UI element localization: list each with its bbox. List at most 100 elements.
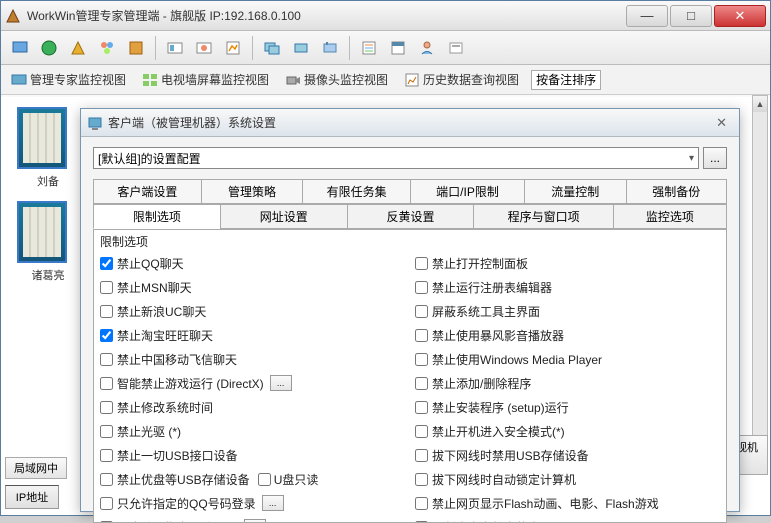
check-row: 智能禁止游戏运行 (DirectX)... xyxy=(100,373,405,393)
history-icon xyxy=(404,72,420,88)
checkbox[interactable] xyxy=(100,449,113,462)
checkbox[interactable] xyxy=(100,281,113,294)
thumbnail-panel: 刘备 诸葛亮 xyxy=(17,107,79,295)
close-button[interactable]: ✕ xyxy=(714,5,766,27)
dialog-title-bar: 客户端（被管理机器）系统设置 ✕ xyxy=(81,109,739,137)
checkbox[interactable] xyxy=(415,353,428,366)
checkbox[interactable] xyxy=(415,305,428,318)
toolbar-icon-6[interactable] xyxy=(162,35,188,61)
client-settings-dialog: 客户端（被管理机器）系统设置 ✕ [默认组]的设置配置 ▾ ... 客户端设置管… xyxy=(80,108,740,512)
title-bar: WorkWin管理专家管理端 - 旗舰版 IP:192.168.0.100 — … xyxy=(1,1,770,31)
toolbar-icon-14[interactable] xyxy=(414,35,440,61)
checkbox[interactable] xyxy=(415,401,428,414)
check-label: U盘只读 xyxy=(274,471,319,488)
check-label: 禁止光驱 (*) xyxy=(117,423,181,440)
tab-front-3[interactable]: 程序与窗口项 xyxy=(473,204,612,228)
check-label: 屏蔽系统工具主界面 xyxy=(432,303,540,320)
check-row: 屏蔽系统工具主界面 xyxy=(415,301,720,321)
group-title: 限制选项 xyxy=(100,233,720,250)
minimize-button[interactable]: — xyxy=(626,5,668,27)
toolbar-icon-11[interactable] xyxy=(317,35,343,61)
config-group-combo[interactable]: [默认组]的设置配置 ▾ xyxy=(93,147,699,169)
check-row: 禁止安装程序 (setup)运行 xyxy=(415,397,720,417)
toolbar-icon-7[interactable] xyxy=(191,35,217,61)
checkbox[interactable] xyxy=(415,281,428,294)
client-label: 刘备 xyxy=(17,173,79,189)
checkbox[interactable] xyxy=(415,377,428,390)
ellipsis-button[interactable]: ... xyxy=(244,519,266,523)
checkbox[interactable] xyxy=(100,497,113,510)
toolbar-icon-8[interactable] xyxy=(220,35,246,61)
client-thumbnail[interactable] xyxy=(17,201,67,263)
toolbar-icon-15[interactable] xyxy=(443,35,469,61)
tab-front-1[interactable]: 网址设置 xyxy=(220,204,347,228)
checkbox[interactable] xyxy=(100,353,113,366)
checkbox[interactable] xyxy=(415,425,428,438)
tab-1[interactable]: 管理策略 xyxy=(201,179,302,203)
check-label: 禁止淘宝旺旺聊天 xyxy=(117,327,213,344)
check-row: 禁止访问指定驱动器(*)... xyxy=(100,517,405,523)
toolbar-icon-4[interactable] xyxy=(94,35,120,61)
check-label: 拔下网线时禁用USB存储设备 xyxy=(432,447,589,464)
check-row: 禁止光驱 (*) xyxy=(100,421,405,441)
checkbox[interactable] xyxy=(415,257,428,270)
check-row: 禁止修改系统时间 xyxy=(100,397,405,417)
checkbox[interactable] xyxy=(415,473,428,486)
tab-front-2[interactable]: 反黄设置 xyxy=(347,204,474,228)
config-browse-button[interactable]: ... xyxy=(703,147,727,169)
check-row: 强制声卡为静音状态 xyxy=(415,517,720,523)
checkbox[interactable] xyxy=(415,497,428,510)
status-lan[interactable]: 局域网中 xyxy=(5,457,67,479)
view-tab-tvwall[interactable]: 电视墙屏幕监控视图 xyxy=(138,69,273,90)
ellipsis-button[interactable]: ... xyxy=(262,495,284,511)
sort-combo[interactable]: 按备注排序 xyxy=(531,70,601,90)
toolbar-icon-9[interactable] xyxy=(259,35,285,61)
toolbar-icon-12[interactable] xyxy=(356,35,382,61)
status-ip-tab[interactable]: IP地址 xyxy=(5,485,59,509)
checkbox[interactable] xyxy=(100,377,113,390)
view-tab-monitor[interactable]: 管理专家监控视图 xyxy=(7,69,130,90)
checkbox[interactable] xyxy=(258,473,271,486)
tab-2[interactable]: 有限任务集 xyxy=(302,179,410,203)
vertical-scrollbar[interactable]: ▲ ▼ xyxy=(752,95,768,455)
ellipsis-button[interactable]: ... xyxy=(270,375,292,391)
check-label: 禁止使用暴风影音播放器 xyxy=(432,327,564,344)
toolbar-icon-1[interactable] xyxy=(7,35,33,61)
check-label: 智能禁止游戏运行 (DirectX) xyxy=(117,375,264,392)
check-label: 禁止添加/删除程序 xyxy=(432,375,531,392)
scroll-up-icon[interactable]: ▲ xyxy=(753,96,767,112)
toolbar-icon-5[interactable] xyxy=(123,35,149,61)
toolbar-icon-2[interactable] xyxy=(36,35,62,61)
tab-front-4[interactable]: 监控选项 xyxy=(613,204,727,228)
checkbox[interactable] xyxy=(100,425,113,438)
checkbox[interactable] xyxy=(100,401,113,414)
dialog-close-button[interactable]: ✕ xyxy=(710,115,733,131)
checkbox[interactable] xyxy=(415,329,428,342)
toolbar-icon-3[interactable] xyxy=(65,35,91,61)
toolbar-icon-10[interactable] xyxy=(288,35,314,61)
view-tab-history[interactable]: 历史数据查询视图 xyxy=(400,69,523,90)
checkbox[interactable] xyxy=(100,329,113,342)
tab-0[interactable]: 客户端设置 xyxy=(93,179,201,203)
client-thumbnail[interactable] xyxy=(17,107,67,169)
check-row: 禁止运行注册表编辑器 xyxy=(415,277,720,297)
checkbox[interactable] xyxy=(100,257,113,270)
maximize-button[interactable]: □ xyxy=(670,5,712,27)
tab-3[interactable]: 端口/IP限制 xyxy=(410,179,524,203)
check-row: 禁止网页显示Flash动画、电影、Flash游戏 xyxy=(415,493,720,513)
tab-5[interactable]: 强制备份 xyxy=(626,179,727,203)
camera-icon xyxy=(285,72,301,88)
view-tab-camera[interactable]: 摄像头监控视图 xyxy=(281,69,392,90)
check-row: 禁止淘宝旺旺聊天 xyxy=(100,325,405,345)
monitor-icon xyxy=(11,72,27,88)
checkbox[interactable] xyxy=(100,473,113,486)
toolbar-icon-13[interactable] xyxy=(385,35,411,61)
check-label: 禁止新浪UC聊天 xyxy=(117,303,206,320)
tab-4[interactable]: 流量控制 xyxy=(524,179,625,203)
check-row: 禁止新浪UC聊天 xyxy=(100,301,405,321)
tab-front-0[interactable]: 限制选项 xyxy=(93,204,220,229)
checkbox[interactable] xyxy=(415,449,428,462)
app-icon xyxy=(5,8,21,24)
check-label: 禁止一切USB接口设备 xyxy=(117,447,238,464)
checkbox[interactable] xyxy=(100,305,113,318)
